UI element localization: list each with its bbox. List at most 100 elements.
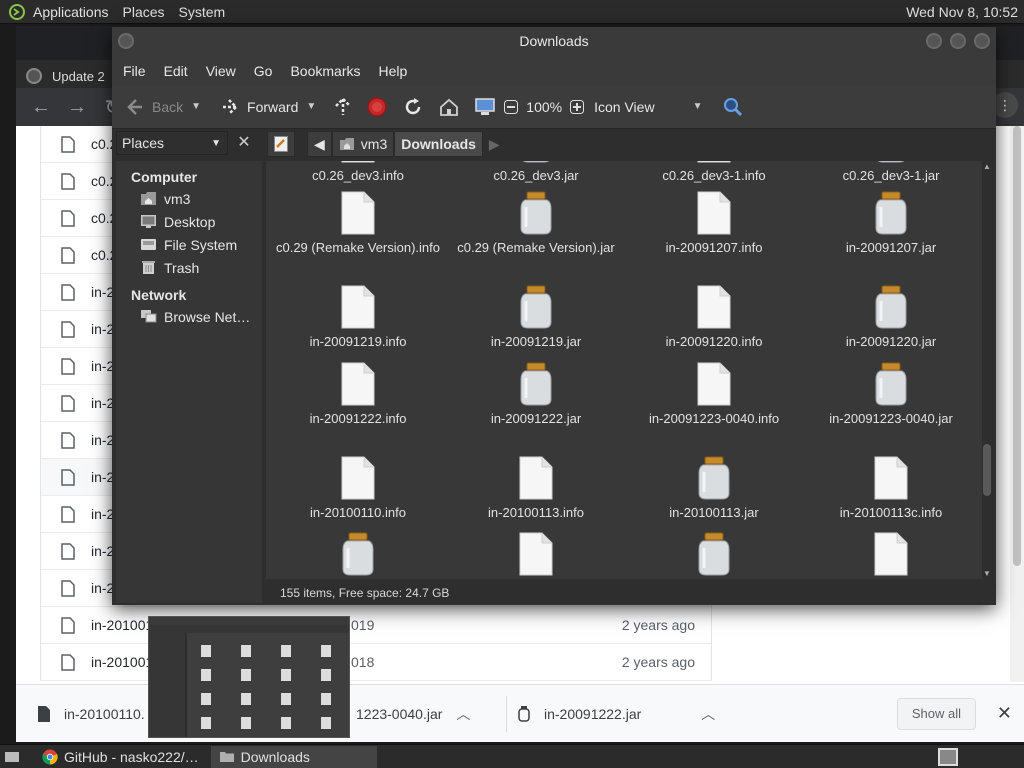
- info-file-item[interactable]: in-20100113.info: [447, 456, 625, 521]
- sidebar-item-trash[interactable]: Trash: [116, 256, 262, 279]
- taskbar-item-github[interactable]: GitHub - nasko222/…: [34, 746, 207, 768]
- view-mode-select[interactable]: Icon View ▼: [594, 99, 702, 115]
- file-name-link[interactable]: in-2: [91, 543, 114, 559]
- jar-file-item[interactable]: in-20091220.jar: [802, 285, 980, 350]
- commit-message[interactable]: 019: [351, 617, 374, 633]
- stop-button[interactable]: [366, 96, 394, 118]
- info-file-item[interactable]: [802, 532, 980, 579]
- menu-bookmarks[interactable]: Bookmarks: [281, 63, 369, 79]
- minimize-icon[interactable]: [926, 33, 942, 49]
- breadcrumb-downloads[interactable]: Downloads: [394, 131, 483, 157]
- toggle-location-button[interactable]: [267, 131, 295, 157]
- chevron-up-icon[interactable]: ︿: [701, 704, 715, 724]
- download-item[interactable]: 1223-0040.jar ︿: [356, 685, 470, 742]
- forward-button[interactable]: Forward ▼: [219, 96, 316, 118]
- file-view-scrollbar[interactable]: ▲ ▼: [982, 161, 992, 579]
- zoom-level[interactable]: 100%: [526, 99, 562, 115]
- window-titlebar[interactable]: Downloads: [112, 27, 996, 57]
- jar-file-item[interactable]: in-20091222.jar: [447, 362, 625, 427]
- info-file-item[interactable]: c0.26_dev3-1.info: [625, 161, 803, 184]
- system-menu[interactable]: System: [172, 4, 233, 20]
- jar-file-item[interactable]: in-20091223-0040.jar: [802, 362, 980, 427]
- jar-file-item[interactable]: in-20100113.jar: [625, 456, 803, 521]
- close-icon[interactable]: [974, 33, 990, 49]
- file-name-link[interactable]: in-2: [91, 506, 114, 522]
- jar-file-item[interactable]: c0.26_dev3.jar: [447, 161, 625, 184]
- file-name-link[interactable]: in-2: [91, 580, 114, 596]
- reload-button[interactable]: [402, 96, 430, 118]
- sidebar-item-browse-net[interactable]: Browse Net…: [116, 305, 262, 328]
- info-file-item[interactable]: in-20091220.info: [625, 285, 803, 350]
- file-name-link[interactable]: in-201001: [91, 617, 153, 633]
- up-button[interactable]: [332, 96, 360, 118]
- window-menu-icon[interactable]: [118, 33, 134, 49]
- table-row[interactable]: in-201001 018 2 years ago: [41, 644, 711, 681]
- menu-file[interactable]: File: [114, 63, 155, 79]
- info-file-item[interactable]: in-20100113c.info: [802, 456, 980, 521]
- sidebar-item-file-system[interactable]: File System: [116, 233, 262, 256]
- file-name-link[interactable]: in-2: [91, 284, 114, 300]
- maximize-icon[interactable]: [950, 33, 966, 49]
- sidebar-selector[interactable]: Places ▼: [116, 131, 228, 155]
- file-name-link[interactable]: in-201001: [91, 654, 153, 670]
- sidebar-item-desktop[interactable]: Desktop: [116, 210, 262, 233]
- file-name-link[interactable]: in-2: [91, 321, 114, 337]
- back-button[interactable]: Back ▼: [124, 96, 201, 118]
- jar-file-item[interactable]: c0.29 (Remake Version).jar: [447, 191, 625, 256]
- jar-file-item[interactable]: c0.26_dev3-1.jar: [802, 161, 980, 184]
- jar-file-item[interactable]: [269, 532, 447, 579]
- places-menu[interactable]: Places: [116, 4, 172, 20]
- breadcrumb-right-arrow[interactable]: ▶: [483, 131, 506, 157]
- computer-button[interactable]: [474, 96, 502, 118]
- close-sidebar-button[interactable]: ✕: [233, 132, 255, 154]
- taskbar-item-downloads[interactable]: Downloads: [210, 745, 377, 768]
- info-file-item[interactable]: in-20091207.info: [625, 191, 803, 256]
- applications-menu[interactable]: Applications: [26, 4, 116, 20]
- browser-tab[interactable]: Update 2: [26, 62, 105, 90]
- mate-logo-icon[interactable]: [8, 3, 26, 21]
- zoom-out-button[interactable]: [504, 99, 524, 114]
- close-downloads-bar-button[interactable]: ✕: [997, 703, 1012, 724]
- jar-file-item[interactable]: in-20091219.jar: [447, 285, 625, 350]
- zoom-in-button[interactable]: [570, 99, 590, 114]
- file-name-link[interactable]: in-2: [91, 395, 114, 411]
- menu-help[interactable]: Help: [370, 63, 417, 79]
- file-name-link[interactable]: in-2: [91, 358, 114, 374]
- forward-arrow-icon[interactable]: →: [66, 96, 88, 119]
- show-desktop-icon[interactable]: [4, 749, 20, 765]
- menu-go[interactable]: Go: [245, 63, 282, 79]
- commit-message[interactable]: 018: [351, 654, 374, 670]
- show-all-button[interactable]: Show all: [896, 698, 976, 730]
- info-file-item[interactable]: in-20091223-0040.info: [625, 362, 803, 427]
- info-file-item[interactable]: in-20100110.info: [269, 456, 447, 521]
- sidebar-item-vm3[interactable]: vm3: [116, 187, 262, 210]
- table-row[interactable]: in-201001 019 2 years ago: [41, 607, 711, 644]
- forward-dropdown-icon[interactable]: ▼: [306, 101, 316, 112]
- file-view-scrollbar-thumb[interactable]: [983, 444, 991, 496]
- chevron-up-icon[interactable]: ︿: [456, 704, 470, 724]
- workspace-switcher[interactable]: [938, 747, 958, 766]
- info-file-item[interactable]: in-20091219.info: [269, 285, 447, 350]
- back-dropdown-icon[interactable]: ▼: [191, 101, 201, 112]
- info-file-item[interactable]: c0.29 (Remake Version).info: [269, 191, 447, 256]
- home-button[interactable]: [438, 96, 466, 118]
- menu-edit[interactable]: Edit: [155, 63, 197, 79]
- menu-view[interactable]: View: [197, 63, 245, 79]
- download-item[interactable]: in-20091222.jar ︿: [518, 685, 715, 742]
- file-name-link[interactable]: in-2: [91, 432, 114, 448]
- info-file-item[interactable]: c0.26_dev3.info: [269, 161, 447, 184]
- clock[interactable]: Wed Nov 8, 10:52: [906, 4, 1024, 20]
- jar-file-item[interactable]: [625, 532, 803, 579]
- browser-scrollbar[interactable]: [1010, 126, 1024, 682]
- breadcrumb-left-arrow[interactable]: ◀: [307, 131, 332, 157]
- back-arrow-icon[interactable]: ←: [30, 96, 52, 119]
- info-file-item[interactable]: in-20091222.info: [269, 362, 447, 427]
- scroll-up-icon[interactable]: ▲: [982, 162, 992, 171]
- search-button[interactable]: [722, 96, 750, 118]
- jar-file-item[interactable]: in-20091207.jar: [802, 191, 980, 256]
- info-file-item[interactable]: [447, 532, 625, 579]
- file-name-link[interactable]: in-2: [91, 469, 114, 485]
- browser-scrollbar-thumb[interactable]: [1013, 126, 1021, 566]
- scroll-down-icon[interactable]: ▼: [982, 569, 992, 578]
- breadcrumb-vm3[interactable]: vm3: [331, 131, 395, 157]
